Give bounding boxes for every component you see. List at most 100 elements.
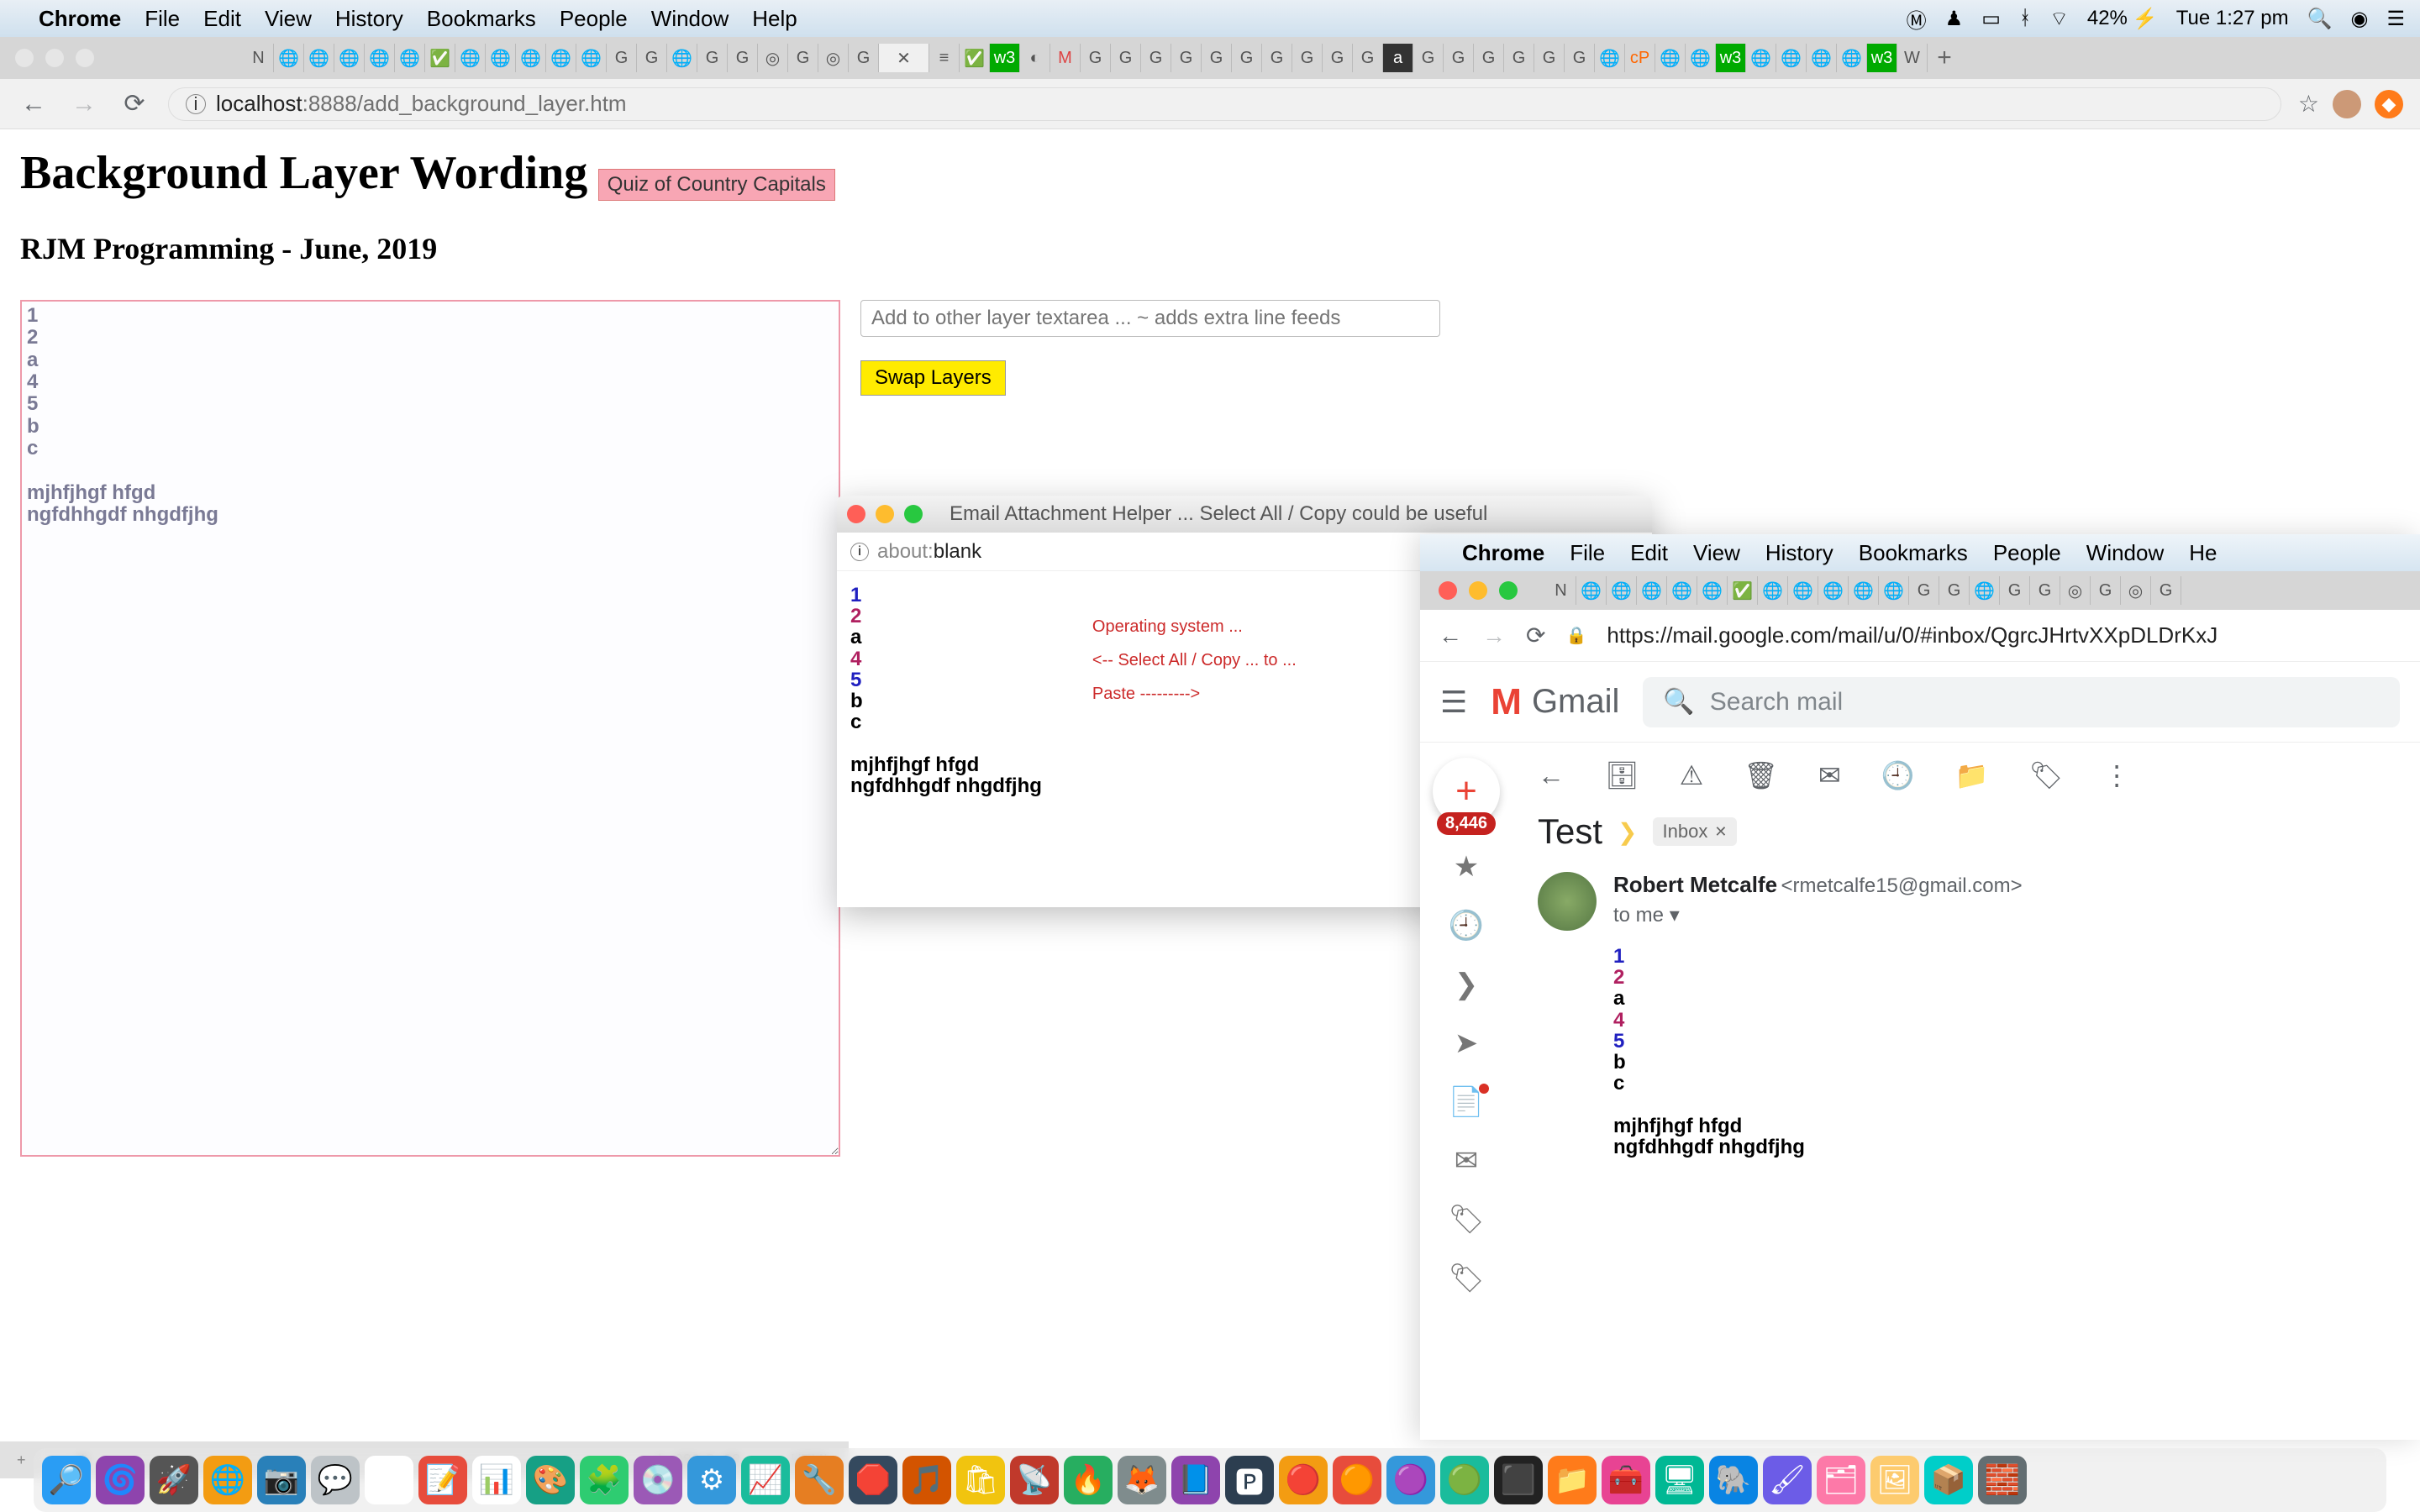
tab[interactable]: G (1939, 576, 1970, 605)
tab[interactable]: 🌐 (1807, 44, 1837, 72)
tab[interactable]: 🌐 (1849, 576, 1879, 605)
dock-app[interactable]: 🌀 (96, 1456, 145, 1504)
quiz-button[interactable]: Quiz of Country Capitals (598, 169, 835, 201)
menu-bookmarks[interactable]: Bookmarks (427, 6, 536, 32)
dock-app[interactable]: 🔧 (795, 1456, 844, 1504)
importance-marker-icon[interactable]: ❯ (1618, 818, 1637, 846)
tab[interactable]: G (1444, 44, 1474, 72)
minimize-icon[interactable] (876, 505, 894, 523)
tab[interactable]: G (1534, 44, 1565, 72)
dock-app[interactable]: 🧩 (580, 1456, 629, 1504)
dock-app[interactable]: 🐘 (1709, 1456, 1758, 1504)
swap-layers-button[interactable]: Swap Layers (860, 360, 1006, 396)
recipient-line[interactable]: to me ▾ (1613, 903, 2023, 927)
site-info-icon[interactable]: i (850, 543, 869, 561)
tab[interactable]: G (1565, 44, 1595, 72)
tab[interactable]: G (697, 44, 728, 72)
back-icon[interactable]: ← (17, 90, 50, 118)
dock-app[interactable]: 💿 (634, 1456, 682, 1504)
tab[interactable]: 🌐 (576, 44, 607, 72)
inbox-chip[interactable]: Inbox✕ (1653, 817, 1738, 846)
new-tab-button[interactable]: + (1928, 44, 1961, 72)
tab[interactable]: 🌐 (1758, 576, 1788, 605)
tab[interactable]: G (2000, 576, 2030, 605)
tab[interactable]: G (1111, 44, 1141, 72)
close-window-icon[interactable] (15, 49, 34, 67)
status-icon[interactable]: ♟ (1945, 7, 1964, 31)
tab[interactable]: 🌐 (1576, 576, 1607, 605)
notification-center-icon[interactable]: ☰ (2386, 7, 2405, 31)
tab[interactable]: w3 (1867, 44, 1897, 72)
siri-icon[interactable]: ◉ (2351, 7, 2369, 31)
tab[interactable]: 🌐 (1697, 576, 1728, 605)
dock-app[interactable]: 📊 (472, 1456, 521, 1504)
tab[interactable]: 🌐 (1686, 44, 1716, 72)
forward-icon[interactable]: → (67, 90, 101, 118)
battery-status[interactable]: 42% ⚡ (2087, 7, 2158, 31)
tab[interactable]: 🌐 (1788, 576, 1818, 605)
tab[interactable]: G (1081, 44, 1111, 72)
tab[interactable]: G (1171, 44, 1202, 72)
dock-app[interactable]: 📝 (418, 1456, 467, 1504)
dock-app[interactable]: 🎵 (902, 1456, 951, 1504)
dock-app[interactable]: ⬛ (1494, 1456, 1543, 1504)
dock-app[interactable]: 🟣 (1386, 1456, 1435, 1504)
tab[interactable]: G (1292, 44, 1323, 72)
menu-view[interactable]: View (1693, 540, 1740, 566)
tab[interactable]: W (1897, 44, 1928, 72)
tab[interactable]: ✅ (960, 44, 990, 72)
starred-icon[interactable]: ★ (1454, 850, 1479, 884)
mail-icon[interactable]: ✉ (1455, 1144, 1479, 1178)
drafts-icon[interactable]: 📄 (1449, 1085, 1484, 1119)
menu-people[interactable]: People (1993, 540, 2061, 566)
layer-textarea[interactable] (20, 300, 840, 1157)
tab[interactable]: G (728, 44, 758, 72)
tab[interactable]: 🌐 (546, 44, 576, 72)
tab[interactable]: ✅ (1728, 576, 1758, 605)
gmail-search[interactable]: 🔍 Search mail (1643, 677, 2400, 727)
tab[interactable]: ◎ (2121, 576, 2151, 605)
tab[interactable]: G (1909, 576, 1939, 605)
add-layer-input[interactable] (860, 300, 1440, 337)
tab[interactable]: 🌐 (304, 44, 334, 72)
minimize-window-icon[interactable] (45, 49, 64, 67)
mark-unread-icon[interactable]: ✉ (1818, 759, 1841, 791)
tab[interactable]: G (1141, 44, 1171, 72)
menu-view[interactable]: View (265, 6, 312, 32)
dock-app[interactable]: 📡 (1010, 1456, 1059, 1504)
dock-app[interactable]: 🟠 (1333, 1456, 1381, 1504)
zoom-icon[interactable] (1499, 581, 1518, 600)
zoom-icon[interactable] (904, 505, 923, 523)
dock-app[interactable]: 🟢 (1440, 1456, 1489, 1504)
mac-dock[interactable]: 🔎🌀🚀🌐📷💬🗓📝📊🎨🧩💿⚙📈🔧🛑🎵🛍📡🔥🦊📘🅿🔴🟠🟣🟢⬛📁🧰🖥🐘🖌🗂🖼📦🧱 (34, 1448, 2386, 1512)
profile-avatar[interactable] (2333, 90, 2361, 118)
dock-app[interactable]: 📷 (257, 1456, 306, 1504)
important-icon[interactable]: ❯ (1455, 968, 1479, 1001)
reload-icon[interactable]: ⟳ (1526, 622, 1545, 649)
tab[interactable]: a (1383, 44, 1413, 72)
tab[interactable]: 🌐 (1637, 576, 1667, 605)
menu-help[interactable]: Help (752, 6, 797, 32)
dock-app[interactable]: 🦊 (1118, 1456, 1166, 1504)
window-traffic-lights[interactable] (0, 40, 109, 76)
dock-app[interactable]: 🔎 (42, 1456, 91, 1504)
close-icon[interactable] (847, 505, 865, 523)
dock-app[interactable]: 🗓 (365, 1456, 413, 1504)
dock-app[interactable]: 💬 (311, 1456, 360, 1504)
tab[interactable]: 🌐 (1776, 44, 1807, 72)
archive-icon[interactable]: 🗄 (1605, 759, 1639, 791)
close-icon[interactable] (1439, 581, 1457, 600)
menu-file[interactable]: File (1570, 540, 1605, 566)
tab[interactable]: G (1413, 44, 1444, 72)
sender-avatar[interactable] (1538, 872, 1597, 931)
menu-help[interactable]: He (2189, 540, 2217, 566)
menubar-app-name[interactable]: Chrome (1462, 540, 1544, 566)
tab[interactable]: 🌐 (1746, 44, 1776, 72)
reload-icon[interactable]: ⟳ (118, 89, 151, 118)
popup-titlebar[interactable]: Email Attachment Helper ... Select All /… (837, 496, 1652, 533)
labels-icon[interactable]: 🏷 (2028, 759, 2063, 791)
dock-app[interactable]: 🌐 (203, 1456, 252, 1504)
gmail-url[interactable]: https://mail.google.com/mail/u/0/#inbox/… (1607, 622, 2217, 648)
bookmark-star-icon[interactable]: ☆ (2298, 90, 2319, 118)
tab[interactable]: G (1353, 44, 1383, 72)
